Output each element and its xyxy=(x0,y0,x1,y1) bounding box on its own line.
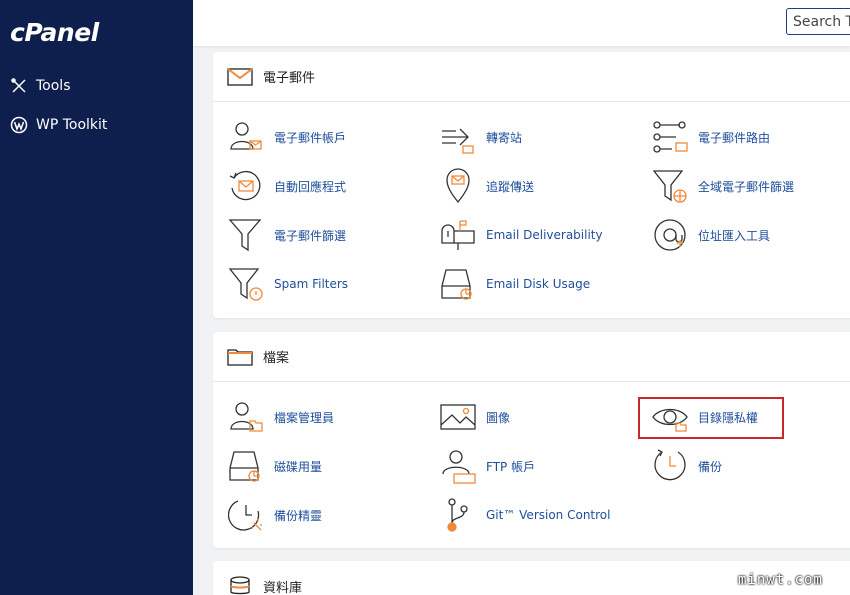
watermark: minwt.com xyxy=(738,572,823,588)
forwarder-icon xyxy=(442,128,474,154)
sidebar-item-label: WP Toolkit xyxy=(36,117,108,133)
backup-wizard-icon xyxy=(228,500,262,531)
top-bar xyxy=(193,0,850,46)
envelope-icon xyxy=(227,67,253,86)
sidebar-item-label: Tools xyxy=(36,78,71,94)
email-section-header[interactable]: 電子郵件 xyxy=(213,52,850,102)
image-icon xyxy=(440,404,476,430)
disk-icon xyxy=(229,451,260,482)
email-disk-usage-link[interactable]: Email Disk Usage xyxy=(440,266,590,302)
folder-icon xyxy=(227,348,253,366)
file-manager-link[interactable]: 檔案管理員 xyxy=(228,399,334,435)
sidebar-item-tools[interactable]: Tools xyxy=(10,77,71,95)
git-version-control-link[interactable]: Git™ Version Control xyxy=(440,497,610,533)
forwarders-link[interactable]: 轉寄站 xyxy=(440,119,522,155)
backup-link[interactable]: 備份 xyxy=(652,448,722,484)
mailbox-icon xyxy=(441,220,475,250)
backup-icon xyxy=(654,449,686,481)
spam-filters-link[interactable]: Spam Filters xyxy=(228,266,348,302)
address-importer-link[interactable]: 位址匯入工具 xyxy=(652,217,770,253)
sidebar: cPanel Tools WP Toolkit xyxy=(0,0,193,595)
email-routing-link[interactable]: 電子郵件路由 xyxy=(652,119,770,155)
track-delivery-icon xyxy=(446,168,470,204)
ftp-accounts-link[interactable]: FTP 帳戶 xyxy=(440,448,535,484)
spam-filter-icon xyxy=(228,268,263,301)
email-routing-icon xyxy=(653,121,688,153)
email-accounts-link[interactable]: 電子郵件帳戶 xyxy=(228,119,346,155)
email-filter-icon xyxy=(228,219,262,252)
files-section-header[interactable]: 檔案 xyxy=(213,332,850,382)
images-link[interactable]: 圖像 xyxy=(440,399,510,435)
disk-usage-link[interactable]: 磁碟用量 xyxy=(228,448,322,484)
email-deliverability-link[interactable]: Email Deliverability xyxy=(440,217,603,253)
sidebar-item-wp-toolkit[interactable]: WP Toolkit xyxy=(10,116,107,134)
cpanel-logo[interactable]: cPanel xyxy=(10,18,99,47)
tools-icon xyxy=(11,78,26,93)
email-filters-link[interactable]: 電子郵件篩選 xyxy=(228,217,346,253)
section-title: 電子郵件 xyxy=(263,71,316,86)
backup-wizard-link[interactable]: 備份精靈 xyxy=(228,497,322,533)
track-delivery-link[interactable]: 追蹤傳送 xyxy=(440,168,534,204)
database-icon xyxy=(230,576,250,595)
global-filter-icon xyxy=(652,170,687,203)
file-manager-icon xyxy=(230,402,263,432)
disk-usage-icon xyxy=(441,269,472,300)
global-email-filters-link[interactable]: 全域電子郵件篩選 xyxy=(652,168,794,204)
directory-privacy-link[interactable]: 目錄隱私權 xyxy=(652,399,758,435)
search-input[interactable] xyxy=(786,8,850,35)
email-account-icon xyxy=(230,122,262,150)
address-importer-icon xyxy=(654,219,686,251)
wordpress-icon xyxy=(10,116,28,134)
git-icon xyxy=(447,498,468,532)
section-title: 資料庫 xyxy=(263,580,303,595)
autoresponders-link[interactable]: 自動回應程式 xyxy=(228,168,346,204)
eye-icon xyxy=(652,408,688,432)
ftp-account-icon xyxy=(442,450,476,484)
autoresponder-icon xyxy=(229,170,261,201)
section-title: 檔案 xyxy=(263,351,290,366)
